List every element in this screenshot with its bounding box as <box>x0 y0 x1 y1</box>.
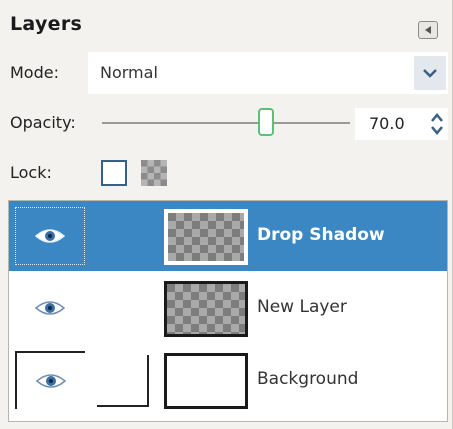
chain-toggle[interactable] <box>97 355 149 407</box>
mode-label: Mode: <box>10 63 59 82</box>
layers-panel: Layers Mode: Normal Opacity: 70.0 Lock: … <box>0 0 453 429</box>
layer-thumbnail <box>164 353 248 409</box>
visibility-toggle[interactable] <box>15 351 85 409</box>
chain-toggle[interactable] <box>97 211 149 263</box>
triangle-left-icon <box>425 26 431 34</box>
mode-row: Mode: Normal <box>0 52 453 94</box>
mode-select[interactable]: Normal <box>88 52 448 94</box>
lock-pixels-toggle[interactable] <box>101 160 127 186</box>
mode-value: Normal <box>100 63 158 82</box>
panel-header: Layers <box>0 8 453 44</box>
layer-thumbnail <box>164 281 248 337</box>
lock-row: Lock: <box>0 152 453 192</box>
up-down-arrows-icon[interactable] <box>430 111 444 137</box>
eye-icon <box>34 229 66 243</box>
eye-icon <box>34 301 66 315</box>
visibility-toggle[interactable] <box>15 279 85 337</box>
eye-icon <box>35 374 67 388</box>
opacity-row: Opacity: 70.0 <box>0 104 453 144</box>
lock-label: Lock: <box>10 163 52 182</box>
visibility-toggle[interactable] <box>15 207 85 265</box>
opacity-label: Opacity: <box>10 113 76 132</box>
layer-row[interactable]: Background <box>9 345 447 415</box>
panel-menu-button[interactable] <box>418 21 438 39</box>
opacity-slider-track[interactable] <box>102 122 350 124</box>
chain-toggle[interactable] <box>97 283 149 335</box>
opacity-spinbox[interactable]: 70.0 <box>355 108 448 140</box>
opacity-value: 70.0 <box>369 114 405 133</box>
layer-name: New Layer <box>257 297 347 317</box>
layer-row[interactable]: New Layer <box>9 273 447 343</box>
layer-thumbnail <box>164 209 248 265</box>
layer-row[interactable]: Drop Shadow <box>9 201 447 271</box>
chevron-down-icon <box>423 69 437 78</box>
lock-alpha-toggle[interactable] <box>141 160 167 186</box>
opacity-slider-handle[interactable] <box>258 108 274 136</box>
layer-name: Background <box>257 369 359 389</box>
layers-list: Drop Shadow New Layer Background <box>8 200 448 422</box>
mode-dropdown-button[interactable] <box>414 56 446 90</box>
panel-title: Layers <box>10 13 83 35</box>
layer-name: Drop Shadow <box>257 225 385 245</box>
